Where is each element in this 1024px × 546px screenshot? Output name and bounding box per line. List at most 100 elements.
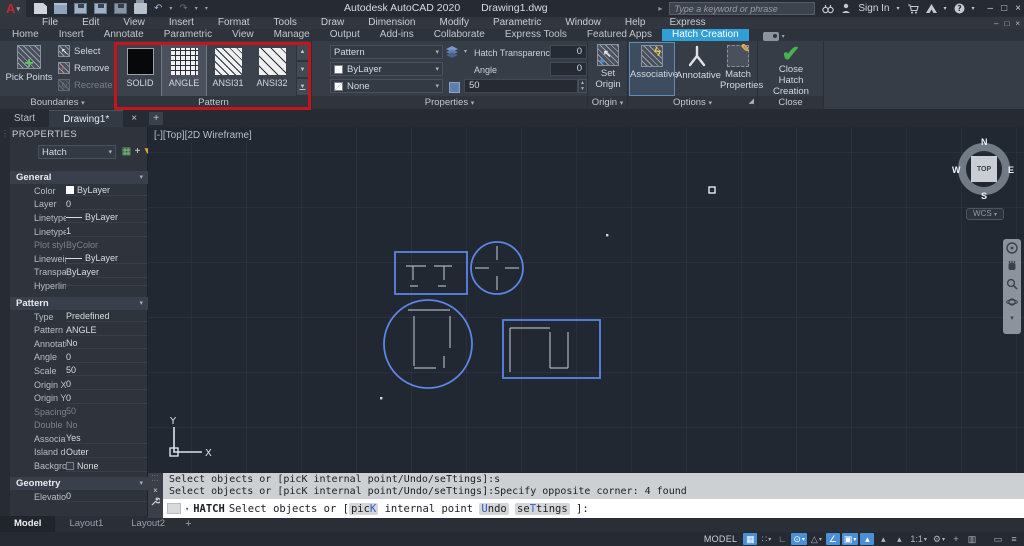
property-value[interactable]: Yes (66, 433, 148, 444)
qat-customize-icon[interactable]: ▾ (205, 5, 208, 12)
select-button[interactable]: ↖ Select (58, 45, 100, 57)
transparency-layers-icon[interactable] (445, 45, 461, 63)
property-value[interactable] (66, 285, 148, 286)
search-expand-icon[interactable]: ▸ (658, 4, 662, 13)
ribbon-tab-featured-apps[interactable]: Featured Apps (577, 29, 662, 41)
palette-section-pattern[interactable]: Pattern▾ (10, 297, 148, 310)
ribbon-tab-insert[interactable]: Insert (49, 29, 94, 41)
transparency-dropdown-icon[interactable]: ▾ (464, 48, 467, 55)
property-value[interactable]: ByLayer (66, 253, 148, 264)
property-value[interactable]: 0 (66, 352, 148, 363)
scale-spinner[interactable]: ▲▼ (578, 79, 587, 93)
drawing-rectangle-selected[interactable] (395, 252, 467, 294)
property-value[interactable]: Outer (66, 447, 148, 458)
ribbon-tab-manage[interactable]: Manage (264, 29, 320, 41)
navbar-more-icon[interactable]: ▾ (1010, 314, 1014, 322)
property-value[interactable]: ByLayer (66, 267, 148, 278)
help-icon[interactable]: ? (954, 3, 965, 14)
menu-dimension[interactable]: Dimension (356, 17, 427, 29)
menu-help[interactable]: Help (613, 17, 658, 29)
ribbon-tab-parametric[interactable]: Parametric (154, 29, 222, 41)
property-value[interactable]: Predefined (66, 311, 148, 322)
drawing-circle-selected[interactable] (384, 300, 472, 388)
drawing-canvas[interactable]: [-][Top][2D Wireframe] N E S W TOP WCS ▾… (148, 127, 1024, 516)
ribbon-tab-output[interactable]: Output (320, 29, 370, 41)
status-isolate-objects-icon[interactable]: ▥ (965, 533, 979, 545)
autodesk-app-icon[interactable] (926, 4, 937, 13)
object-type-dropdown[interactable]: Hatch▾ (38, 145, 116, 159)
file-tab-start[interactable]: Start (0, 110, 49, 127)
command-prompt-icon[interactable] (167, 503, 181, 514)
search-binoculars-icon[interactable] (822, 4, 834, 14)
property-value[interactable]: No (66, 338, 148, 349)
property-value[interactable]: ByLayer (66, 212, 148, 223)
drawing-rectangle-selected[interactable] (503, 320, 600, 378)
command-dock-handle[interactable]: ⋯⋯ × (148, 473, 163, 518)
plot-icon[interactable] (114, 3, 127, 14)
palette-section-geometry[interactable]: Geometry▾ (10, 477, 148, 490)
menu-express[interactable]: Express (657, 17, 717, 29)
property-value[interactable]: ByColor (66, 240, 148, 251)
menu-draw[interactable]: Draw (309, 17, 356, 29)
recent-commands-icon[interactable]: ▾ (185, 505, 189, 513)
status-customization-icon[interactable]: ≡ (1007, 533, 1021, 545)
close-button[interactable]: × (1015, 1, 1021, 16)
match-properties-button[interactable]: ✎ Match Properties (720, 43, 756, 91)
dialog-launcher-icon[interactable]: ◢ (749, 95, 754, 108)
help-dropdown-icon[interactable]: ▾ (972, 5, 975, 12)
property-value[interactable]: ANGLE (66, 325, 148, 336)
pick-points-button[interactable]: + Pick Points (4, 43, 54, 95)
undo-icon[interactable]: ↶ (154, 3, 162, 14)
status-annotation-visibility-icon[interactable]: ▴ (860, 533, 874, 545)
menu-modify[interactable]: Modify (428, 17, 481, 29)
app-store-cart-icon[interactable] (907, 4, 919, 14)
menu-tools[interactable]: Tools (262, 17, 309, 29)
print-icon[interactable] (134, 3, 147, 14)
search-input[interactable] (669, 2, 815, 15)
property-value[interactable]: ByLayer (66, 185, 148, 196)
options-panel-label[interactable]: Options ▾ ◢ (628, 96, 757, 109)
orbit-icon[interactable] (1006, 296, 1018, 308)
viewcube-top-face[interactable]: TOP (971, 156, 997, 182)
ribbon-display-toggle[interactable]: ▾ (763, 32, 785, 41)
new-drawing-tab-button[interactable]: + (149, 112, 163, 125)
ribbon-tab-annotate[interactable]: Annotate (94, 29, 154, 41)
menu-format[interactable]: Format (206, 17, 262, 29)
menu-parametric[interactable]: Parametric (481, 17, 553, 29)
ribbon-tab-hatch-creation[interactable]: Hatch Creation (662, 29, 749, 41)
property-value[interactable]: None (66, 461, 148, 472)
application-menu-button[interactable]: A ▾ (0, 0, 26, 17)
save-icon[interactable] (74, 3, 87, 14)
remove-button[interactable]: ● Remove (58, 62, 109, 74)
viewcube-west[interactable]: W (952, 165, 961, 175)
viewcube-east[interactable]: E (1008, 165, 1014, 175)
annotative-toggle-button[interactable]: Annotative (676, 43, 718, 81)
property-value[interactable]: 0 (66, 199, 148, 210)
set-origin-button[interactable]: ↖ Set Origin (592, 44, 624, 90)
status-object-snap-tracking-icon[interactable]: ∠ (826, 533, 840, 545)
layout-tab-model[interactable]: Model (0, 516, 55, 532)
status-workspace-switching-icon[interactable]: ⚙▾ (931, 533, 947, 545)
ribbon-tab-home[interactable]: Home (2, 29, 49, 41)
status-ortho-mode-icon[interactable]: ∟ (775, 533, 789, 545)
new-layout-button[interactable]: + (179, 518, 197, 530)
viewcube[interactable]: N E S W TOP (954, 139, 1014, 199)
menu-insert[interactable]: Insert (157, 17, 206, 29)
status-annotation-scale-value-icon[interactable]: 1:1▾ (908, 533, 929, 545)
full-navigation-wheel-icon[interactable] (1006, 242, 1018, 254)
hatch-type-dropdown[interactable]: Pattern▾ (330, 45, 443, 59)
command-prompt[interactable]: ▾ HATCH Select objects or [picK internal… (163, 499, 1024, 518)
property-value[interactable]: 50 (66, 365, 148, 376)
menu-window[interactable]: Window (553, 17, 613, 29)
command-option-undo[interactable]: Undo (479, 503, 508, 515)
restore-button[interactable]: □ (1001, 1, 1007, 16)
property-value[interactable]: 50 (66, 406, 148, 417)
status-polar-tracking-icon[interactable]: ⊙▾ (791, 533, 807, 545)
sign-in-dropdown-icon[interactable]: ▾ (897, 5, 900, 12)
palette-grip[interactable]: ⋮ (0, 127, 10, 516)
property-value[interactable]: No (66, 420, 148, 431)
property-value[interactable]: 0 (66, 379, 148, 390)
background-color-dropdown[interactable]: None▾ (330, 79, 443, 93)
undo-dropdown-icon[interactable]: ▾ (169, 5, 172, 12)
open-file-icon[interactable] (54, 3, 67, 14)
